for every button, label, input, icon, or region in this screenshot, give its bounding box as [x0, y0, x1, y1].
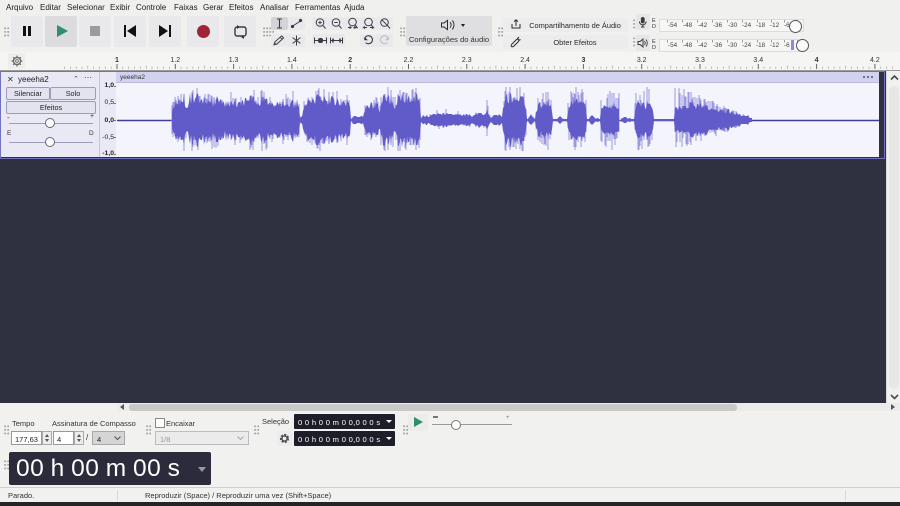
svg-text:3: 3 — [581, 57, 585, 64]
svg-text:2: 2 — [348, 57, 352, 64]
svg-text:1.2: 1.2 — [170, 57, 180, 64]
svg-text:4.2: 4.2 — [870, 57, 880, 64]
svg-text:1.3: 1.3 — [229, 57, 239, 64]
svg-text:2.2: 2.2 — [404, 57, 414, 64]
svg-text:2.3: 2.3 — [462, 57, 472, 64]
svg-text:1.4: 1.4 — [287, 57, 297, 64]
svg-text:1: 1 — [115, 57, 119, 64]
svg-text:3.4: 3.4 — [753, 57, 763, 64]
svg-text:4: 4 — [815, 57, 819, 64]
svg-text:3.3: 3.3 — [695, 57, 705, 64]
svg-text:3.2: 3.2 — [637, 57, 647, 64]
svg-text:2.4: 2.4 — [520, 57, 530, 64]
